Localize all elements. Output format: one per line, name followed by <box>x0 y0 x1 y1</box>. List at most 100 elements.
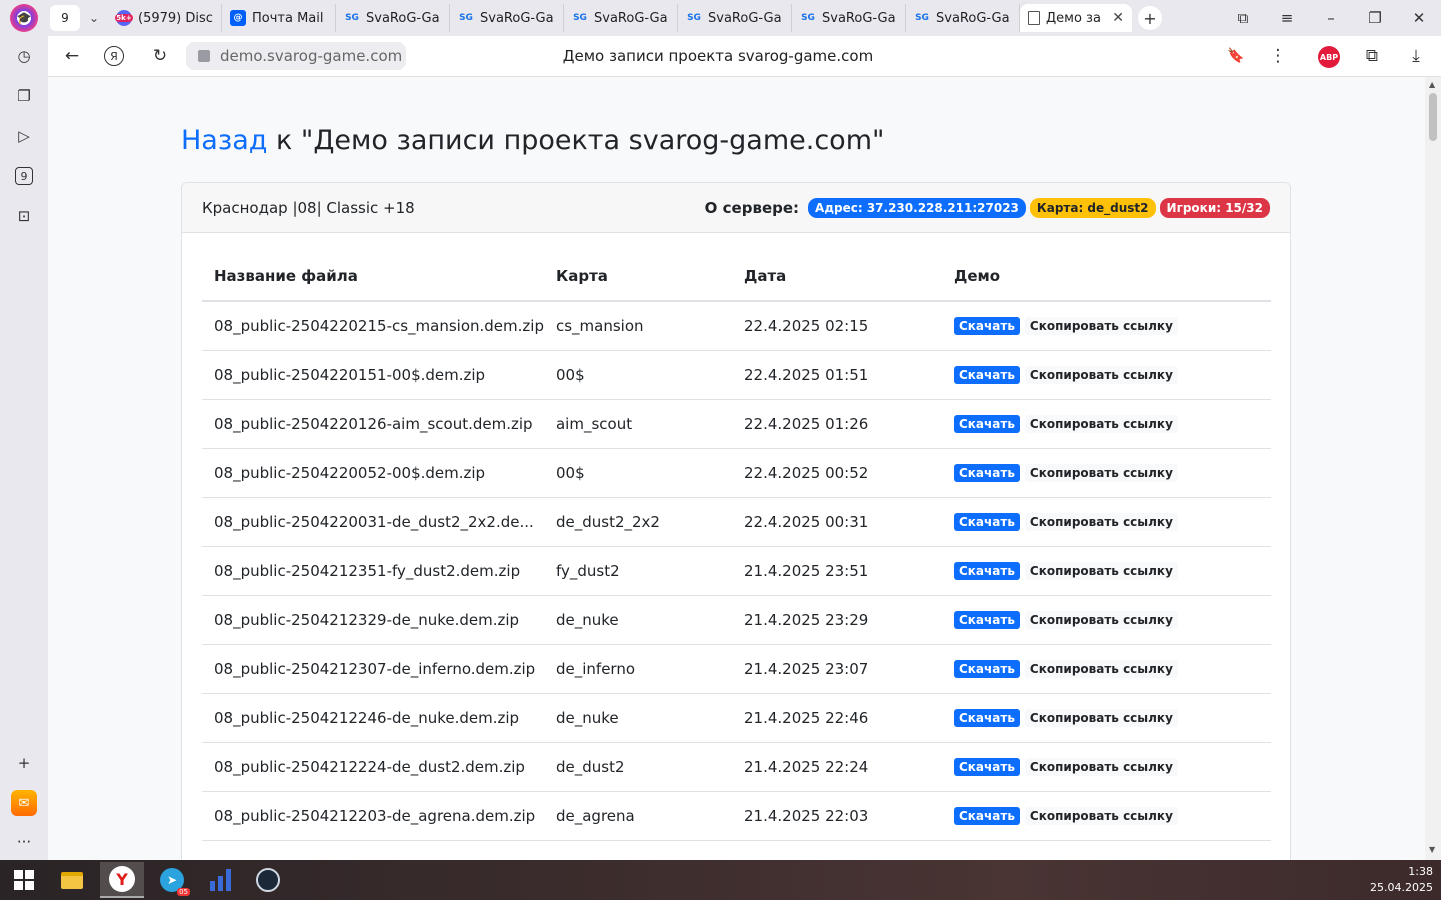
download-button[interactable]: Скачать <box>953 709 1020 727</box>
table-header-row: Название файла Карта Дата Демо <box>202 251 1271 302</box>
tab-discord[interactable]: 5k+ (5979) Disc <box>108 4 222 32</box>
copy-link-button[interactable]: Скопировать ссылку <box>1024 366 1178 384</box>
download-button[interactable]: Скачать <box>953 513 1020 531</box>
close-window-icon[interactable]: ✕ <box>1397 9 1441 27</box>
bookmark-icon[interactable]: 🔖 <box>1224 44 1248 68</box>
copy-link-button[interactable]: Скопировать ссылку <box>1024 513 1178 531</box>
file-explorer-icon[interactable] <box>50 862 94 898</box>
copy-link-button[interactable]: Скопировать ссылку <box>1024 562 1178 580</box>
demo-actions: Скачать Скопировать ссылку <box>941 497 1271 547</box>
yandex-alice-icon[interactable]: 🎓 <box>10 4 38 32</box>
restore-icon[interactable]: ❐ <box>1353 9 1397 27</box>
start-button[interactable] <box>2 862 46 898</box>
scroll-down-icon[interactable]: ▼ <box>1429 845 1435 854</box>
table-row: 08_public-2504212307-de_inferno.dem.zip d… <box>202 644 1271 694</box>
demo-actions: Скачать Скопировать ссылку <box>941 350 1271 400</box>
download-button[interactable]: Скачать <box>953 807 1020 825</box>
record-date: 21.4.2025 23:07 <box>731 644 942 694</box>
copy-link-button[interactable]: Скопировать ссылку <box>1024 758 1178 776</box>
screenshot-icon[interactable]: ⊡ <box>12 204 36 228</box>
discord-icon: 5k+ <box>115 10 133 26</box>
more-vertical-icon[interactable]: ⋮ <box>1266 44 1290 68</box>
tab-mail[interactable]: @ Почта Mail <box>222 4 336 32</box>
map-name: de_agrena <box>543 791 732 841</box>
record-date: 21.4.2025 22:24 <box>731 742 942 792</box>
tab-svarog[interactable]: SG SvaRoG-Ga <box>792 4 906 32</box>
tab-title: SvaRoG-Ga <box>708 10 782 26</box>
tab-svarog[interactable]: SG SvaRoG-Ga <box>450 4 564 32</box>
collections-icon[interactable]: ❐ <box>12 84 36 108</box>
download-button[interactable]: Скачать <box>953 758 1020 776</box>
clock-time: 1:38 <box>1408 865 1433 878</box>
demo-card: Краснодар |08| Classic +18 О сервере: Ад… <box>181 182 1291 860</box>
download-button[interactable]: Скачать <box>953 317 1020 336</box>
download-button[interactable]: Скачать <box>953 415 1020 433</box>
download-button[interactable]: Скачать <box>953 366 1020 384</box>
table-row: 08_public-2504220126-aim_scout.dem.zip ai… <box>202 399 1271 449</box>
menu-icon[interactable]: ≡ <box>1265 9 1309 27</box>
tab-counter[interactable]: 9 <box>50 5 80 31</box>
steam-icon[interactable] <box>246 862 290 898</box>
minimize-icon[interactable]: – <box>1309 9 1353 27</box>
download-button[interactable]: Скачать <box>953 611 1020 629</box>
browser-sidebar: 🎓 ◷ ❐ ▷ 9 ⊡ + ✉ ··· <box>0 0 48 860</box>
scrollbar[interactable]: ▲ ▼ <box>1425 77 1441 860</box>
column-header: Карта <box>543 251 732 302</box>
new-tab-button[interactable]: + <box>1138 6 1162 30</box>
system-clock[interactable]: 1:38 25.04.2025 <box>1370 864 1433 896</box>
stats-app-icon[interactable] <box>198 862 242 898</box>
scroll-thumb[interactable] <box>1429 93 1437 141</box>
yandex-browser-icon[interactable]: Y <box>100 862 144 898</box>
add-panel-icon[interactable]: + <box>12 751 36 775</box>
history-icon[interactable]: ◷ <box>12 44 36 68</box>
file-name: 08_public-2504212351-fy_dust2.dem.zip <box>202 546 544 596</box>
address-badge: Адрес: 37.230.228.211:27023 <box>808 197 1026 218</box>
copy-link-button[interactable]: Скопировать ссылку <box>1024 415 1178 433</box>
tab-svarog[interactable]: SG SvaRoG-Ga <box>564 4 678 32</box>
video-icon[interactable]: ▷ <box>12 124 36 148</box>
copy-link-button[interactable]: Скопировать ссылку <box>1024 807 1178 825</box>
download-icon[interactable]: ⤓ <box>1404 44 1428 68</box>
demo-actions: Скачать Скопировать ссылку <box>941 301 1271 351</box>
copy-link-button[interactable]: Скопировать ссылку <box>1024 611 1178 629</box>
copy-link-button[interactable]: Скопировать ссылку <box>1024 464 1178 482</box>
file-name: 08_public-2504212246-de_nuke.dem.zip <box>202 693 544 743</box>
page-heading: Назад к "Демо записи проекта svarog-game… <box>181 125 884 156</box>
telegram-badge: 05 <box>177 888 190 896</box>
adblock-icon[interactable]: ABP <box>1318 46 1340 68</box>
tab-title: Почта Mail <box>252 10 324 26</box>
tabs-menu-icon[interactable]: ⧉ <box>1221 9 1265 27</box>
demo-actions: Скачать Скопировать ссылку <box>941 546 1271 596</box>
tab-svarog[interactable]: SG SvaRoG-Ga <box>678 4 792 32</box>
file-name: 08_public-2504220031-de_dust2_2x2.de... <box>202 497 544 547</box>
chevron-down-icon[interactable]: ⌄ <box>80 5 108 31</box>
card-header: Краснодар |08| Classic +18 О сервере: Ад… <box>182 183 1290 233</box>
extensions-icon[interactable]: ⧉ <box>1360 44 1384 68</box>
svarog-icon: SG <box>345 13 359 23</box>
download-button[interactable]: Скачать <box>953 562 1020 580</box>
more-icon[interactable]: ··· <box>12 830 36 854</box>
mail-app-icon[interactable]: ✉ <box>11 790 37 816</box>
close-icon[interactable]: ✕ <box>1112 10 1124 26</box>
demo-actions: Скачать Скопировать ссылку <box>941 742 1271 792</box>
file-name: 08_public-2504220052-00$.dem.zip <box>202 448 544 498</box>
map-name: 00$ <box>543 448 732 498</box>
download-button[interactable]: Скачать <box>953 464 1020 482</box>
file-name: 08_public-2504220215-cs_mansion.dem.zip <box>202 301 544 351</box>
download-button[interactable]: Скачать <box>953 660 1020 678</box>
back-link[interactable]: Назад <box>181 125 267 156</box>
tab-bar: 9 ⌄ 5k+ (5979) Disc @ Почта Mail SG SvaR… <box>48 0 1441 36</box>
scroll-up-icon[interactable]: ▲ <box>1429 80 1435 89</box>
copy-link-button[interactable]: Скопировать ссылку <box>1024 709 1178 727</box>
tab-title: SvaRoG-Ga <box>480 10 554 26</box>
tab-svarog[interactable]: SG SvaRoG-Ga <box>906 4 1020 32</box>
tab-title: Демо за <box>1046 10 1101 26</box>
table-row: 08_public-2504220031-de_dust2_2x2.de... d… <box>202 497 1271 547</box>
file-name: 08_public-2504212203-de_agrena.dem.zip <box>202 791 544 841</box>
counter-icon[interactable]: 9 <box>15 167 33 185</box>
tab-active[interactable]: Демо за ✕ <box>1020 4 1132 32</box>
copy-link-button[interactable]: Скопировать ссылку <box>1024 317 1178 336</box>
telegram-icon[interactable]: ➤ 05 <box>150 862 194 898</box>
copy-link-button[interactable]: Скопировать ссылку <box>1024 660 1178 678</box>
tab-svarog[interactable]: SG SvaRoG-Ga <box>336 4 450 32</box>
